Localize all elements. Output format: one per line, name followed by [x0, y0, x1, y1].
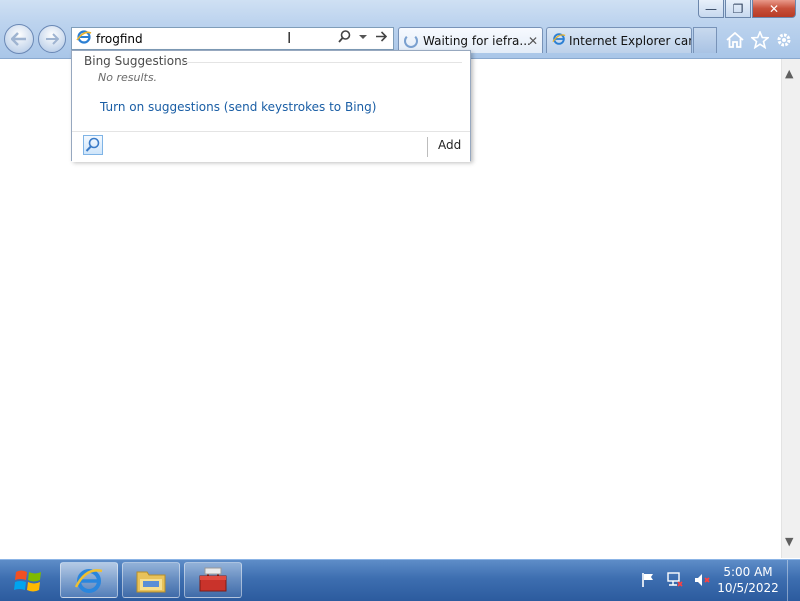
- show-desktop-button[interactable]: [787, 560, 800, 601]
- scroll-down-icon[interactable]: ▼: [785, 535, 793, 548]
- ie-page-icon: [552, 32, 566, 49]
- forward-arrow-icon: [46, 33, 59, 45]
- tab-title: Waiting for iefra...: [423, 33, 531, 48]
- add-provider-button[interactable]: Add: [438, 138, 461, 152]
- back-button[interactable]: [4, 24, 34, 54]
- vertical-scrollbar[interactable]: ▲ ▼: [781, 59, 800, 558]
- system-tray: [640, 572, 712, 591]
- clock-date: 10/5/2022: [717, 581, 779, 595]
- action-center-flag-icon[interactable]: [640, 572, 656, 591]
- footer-divider: [427, 137, 428, 157]
- restore-button[interactable]: ❐: [725, 0, 751, 18]
- turn-on-suggestions-link[interactable]: Turn on suggestions (send keystrokes to …: [100, 100, 376, 114]
- taskbar-internet-explorer[interactable]: [60, 562, 118, 598]
- back-arrow-icon: [11, 32, 26, 46]
- favorites-star-icon[interactable]: [750, 30, 770, 50]
- close-window-button[interactable]: ✕: [752, 0, 796, 18]
- address-bar[interactable]: I: [71, 27, 394, 50]
- header-divider: [182, 62, 462, 63]
- taskbar: 5:00 AM 10/5/2022: [0, 559, 800, 601]
- minimize-button[interactable]: —: [698, 0, 724, 18]
- windows-explorer-icon: [136, 571, 166, 593]
- internet-explorer-icon: [74, 569, 103, 593]
- network-icon[interactable]: [666, 572, 684, 591]
- suggestions-footer: Add: [72, 131, 470, 162]
- clock-time: 5:00 AM: [723, 565, 773, 579]
- dropdown-arrow-icon[interactable]: [359, 30, 367, 47]
- home-icon[interactable]: [725, 30, 745, 50]
- address-controls: [338, 30, 388, 47]
- search-icon[interactable]: [338, 30, 351, 47]
- close-tab-icon[interactable]: ✕: [528, 34, 538, 48]
- scroll-up-icon[interactable]: ▲: [785, 67, 793, 80]
- forward-button[interactable]: [38, 25, 66, 53]
- taskbar-toolbox-app[interactable]: [184, 562, 242, 598]
- suggestions-header: Bing Suggestions: [84, 54, 188, 68]
- address-suggestions-dropdown: Bing Suggestions No results. Turn on sug…: [71, 50, 471, 162]
- start-button[interactable]: [4, 564, 52, 598]
- new-tab-button[interactable]: [693, 27, 717, 53]
- toolbox-app-icon: [199, 567, 227, 592]
- no-results-text: No results.: [98, 71, 158, 84]
- windows-logo-icon: [14, 570, 41, 592]
- search-provider-icon[interactable]: [83, 135, 103, 155]
- window-controls: — ❐ ✕: [698, 0, 796, 18]
- ie-page-icon: [76, 29, 92, 48]
- tab-title: Internet Explorer can...: [569, 33, 691, 48]
- loading-spinner-icon: [404, 33, 418, 48]
- go-arrow-icon[interactable]: [375, 30, 388, 47]
- taskbar-clock[interactable]: 5:00 AM 10/5/2022: [716, 564, 780, 596]
- tab-ie-cannot-display[interactable]: Internet Explorer can...: [546, 27, 692, 53]
- taskbar-windows-explorer[interactable]: [122, 562, 180, 598]
- volume-muted-icon[interactable]: [694, 572, 712, 591]
- tools-gear-icon[interactable]: [774, 30, 794, 50]
- text-cursor-icon: I: [287, 29, 292, 47]
